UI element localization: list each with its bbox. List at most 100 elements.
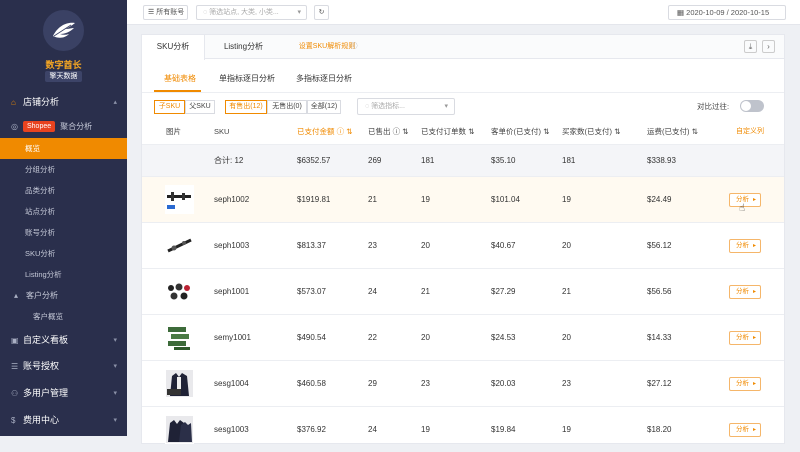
row-unit-price: $24.53 xyxy=(491,333,516,342)
col-sku: SKU xyxy=(214,126,230,136)
tab-sku-analysis[interactable]: SKU分析 xyxy=(142,35,205,60)
product-image xyxy=(165,277,194,306)
col-paid-amount[interactable]: 已支付金额 ⓘ ⇅ xyxy=(297,118,352,144)
subtab-label: 基础表格 xyxy=(164,74,196,83)
product-thumb-icon xyxy=(167,192,191,209)
row-sold: 24 xyxy=(368,425,377,434)
refresh-button[interactable]: ↻ xyxy=(314,5,329,20)
analyze-button[interactable]: 分析 xyxy=(729,239,761,253)
chevron-right-icon[interactable]: › xyxy=(762,40,775,53)
nav-aggregate[interactable]: ◎ Shopee 聚合分析 xyxy=(0,116,127,137)
table-row[interactable]: seph1002 $1919.81 21 19 $101.04 19 $24.4… xyxy=(142,176,784,222)
row-sku: seph1001 xyxy=(214,287,250,296)
table-row[interactable]: sesg1003 $376.92 24 19 $19.84 19 $18.20 … xyxy=(142,406,784,452)
user-icon: ⚇ xyxy=(11,389,19,398)
brand-name: 数字酋长 xyxy=(45,60,82,70)
compare-toggle[interactable] xyxy=(740,100,764,112)
subtab-divider xyxy=(142,92,784,93)
subtab-multi-metric[interactable]: 多指标逐日分析 xyxy=(296,73,352,84)
nav-store-label: 店铺分析 xyxy=(23,97,60,107)
nav-item-category[interactable]: 品类分析 xyxy=(0,180,127,201)
account-select[interactable]: ☰ 所有账号 xyxy=(143,5,188,20)
nav-item-listing[interactable]: Listing分析 xyxy=(0,264,127,285)
all-filter-toggle[interactable]: 全部(12) xyxy=(307,100,341,114)
totals-buyers: 181 xyxy=(562,156,576,165)
col-label: 已售出 xyxy=(368,126,391,136)
analyze-button[interactable]: 分析 xyxy=(729,377,761,391)
totals-label: 合计: 12 xyxy=(214,156,244,165)
nav-customer-analysis[interactable]: ▴ 客户分析 xyxy=(0,285,127,306)
analyze-button[interactable]: 分析 xyxy=(729,285,761,299)
product-thumb-icon xyxy=(166,370,193,397)
sku-rule-label: 设置SKU解析规则 xyxy=(298,43,356,50)
row-shipping: $56.56 xyxy=(647,287,672,296)
nav-item-label: 分组分析 xyxy=(25,165,55,174)
table-row[interactable]: seph1003 $813.37 23 20 $40.67 20 $56.12 … xyxy=(142,222,784,268)
row-buyers: 19 xyxy=(562,195,571,204)
main-card: SKU分析 Listing分析 设置SKU解析规则 ⓘ ⤓ › 基础表格 单指标… xyxy=(141,34,785,444)
product-thumb-icon xyxy=(168,327,190,350)
sort-icon: ⇅ xyxy=(466,126,475,136)
row-buyers: 20 xyxy=(562,241,571,250)
nav-item-account[interactable]: 账号分析 xyxy=(0,222,127,243)
brand-logo[interactable] xyxy=(43,10,84,51)
row-shipping: $27.12 xyxy=(647,379,672,388)
row-sold: 24 xyxy=(368,287,377,296)
nav-billing[interactable]: $ 费用中心 ▾ xyxy=(0,410,127,431)
col-shipping[interactable]: 运费(已支付) ⇅ xyxy=(647,118,698,144)
col-buyers[interactable]: 买家数(已支付) ⇅ xyxy=(562,118,620,144)
row-buyers: 19 xyxy=(562,425,571,434)
analyze-button[interactable]: 分析 xyxy=(729,331,761,345)
subtab-single-metric[interactable]: 单指标逐日分析 xyxy=(219,73,275,84)
row-unit-price: $20.03 xyxy=(491,379,516,388)
nav-custom-board[interactable]: ▣ 自定义看板 ▾ xyxy=(0,330,127,351)
analyze-label: 分析 xyxy=(736,242,749,249)
subtab-basic-table[interactable]: 基础表格 xyxy=(164,73,196,84)
child-sku-toggle[interactable]: 子SKU xyxy=(154,100,185,114)
row-paid-amount: $490.54 xyxy=(297,333,326,342)
nav-item-label: Listing分析 xyxy=(25,270,62,279)
table-row[interactable]: semy1001 $490.54 22 20 $24.53 20 $14.33 … xyxy=(142,314,784,360)
col-unit-price[interactable]: 客单价(已支付) ⇅ xyxy=(491,118,549,144)
row-unit-price: $101.04 xyxy=(491,195,520,204)
row-buyers: 21 xyxy=(562,287,571,296)
table-row[interactable]: seph1001 $573.07 24 21 $27.29 21 $56.56 … xyxy=(142,268,784,314)
col-sold[interactable]: 已售出 ⓘ ⇅ xyxy=(368,118,408,144)
totals-sold: 269 xyxy=(368,156,382,165)
chevron-down-icon: ▾ xyxy=(113,417,117,424)
row-shipping: $24.49 xyxy=(647,195,672,204)
sort-icon: ⇅ xyxy=(689,126,698,136)
metric-filter-select[interactable]: ◌ 筛选指标... ▾ xyxy=(357,98,455,115)
nav-item-group[interactable]: 分组分析 xyxy=(0,159,127,180)
account-select-label: 所有账号 xyxy=(156,9,185,16)
chevron-down-icon: ▾ xyxy=(444,103,448,110)
col-orders[interactable]: 已支付订单数 ⇅ xyxy=(421,118,474,144)
nav-account-auth[interactable]: ☰ 账号授权 ▾ xyxy=(0,356,127,377)
nav-store-analysis[interactable]: ⌂ 店铺分析 ▴ xyxy=(0,92,127,113)
custom-columns-link[interactable]: 自定义列 xyxy=(736,118,764,144)
nav-item-customer-overview[interactable]: 客户概览 xyxy=(0,306,127,327)
tab-listing-analysis[interactable]: Listing分析 xyxy=(211,35,276,59)
refresh-icon: ↻ xyxy=(318,9,325,16)
chevron-down-icon: ▾ xyxy=(297,9,301,16)
site-filter-select[interactable]: ◌ 筛选站点, 大类, 小类... ▾ xyxy=(196,5,307,20)
nav-item-sku[interactable]: SKU分析 xyxy=(0,243,127,264)
info-icon: ⓘ ⇅ xyxy=(334,126,353,136)
nav-item-overview[interactable]: 概览 xyxy=(0,138,127,159)
nav-multi-user[interactable]: ⚇ 多用户管理 ▾ xyxy=(0,383,127,404)
analyze-button[interactable]: 分析 xyxy=(729,423,761,437)
row-unit-price: $19.84 xyxy=(491,425,516,434)
parent-sku-toggle[interactable]: 父SKU xyxy=(185,100,215,114)
totals-orders: 181 xyxy=(421,156,435,165)
help-icon[interactable]: ⓘ xyxy=(349,35,359,59)
toggle-knob xyxy=(741,101,751,111)
download-icon[interactable]: ⤓ xyxy=(744,40,757,53)
table-row[interactable]: sesg1004 $460.58 29 23 $20.03 23 $27.12 … xyxy=(142,360,784,406)
nav-item-label: 站点分析 xyxy=(25,207,55,216)
unsold-filter-toggle[interactable]: 无售出(0) xyxy=(267,100,307,114)
brand-subtitle: 擎天数据 xyxy=(45,71,82,82)
date-range-picker[interactable]: ▦ 2020-10-09 / 2020-10-15 xyxy=(668,5,786,20)
row-shipping: $18.20 xyxy=(647,425,672,434)
sold-filter-toggle[interactable]: 有售出(12) xyxy=(225,100,267,114)
nav-item-site[interactable]: 站点分析 xyxy=(0,201,127,222)
